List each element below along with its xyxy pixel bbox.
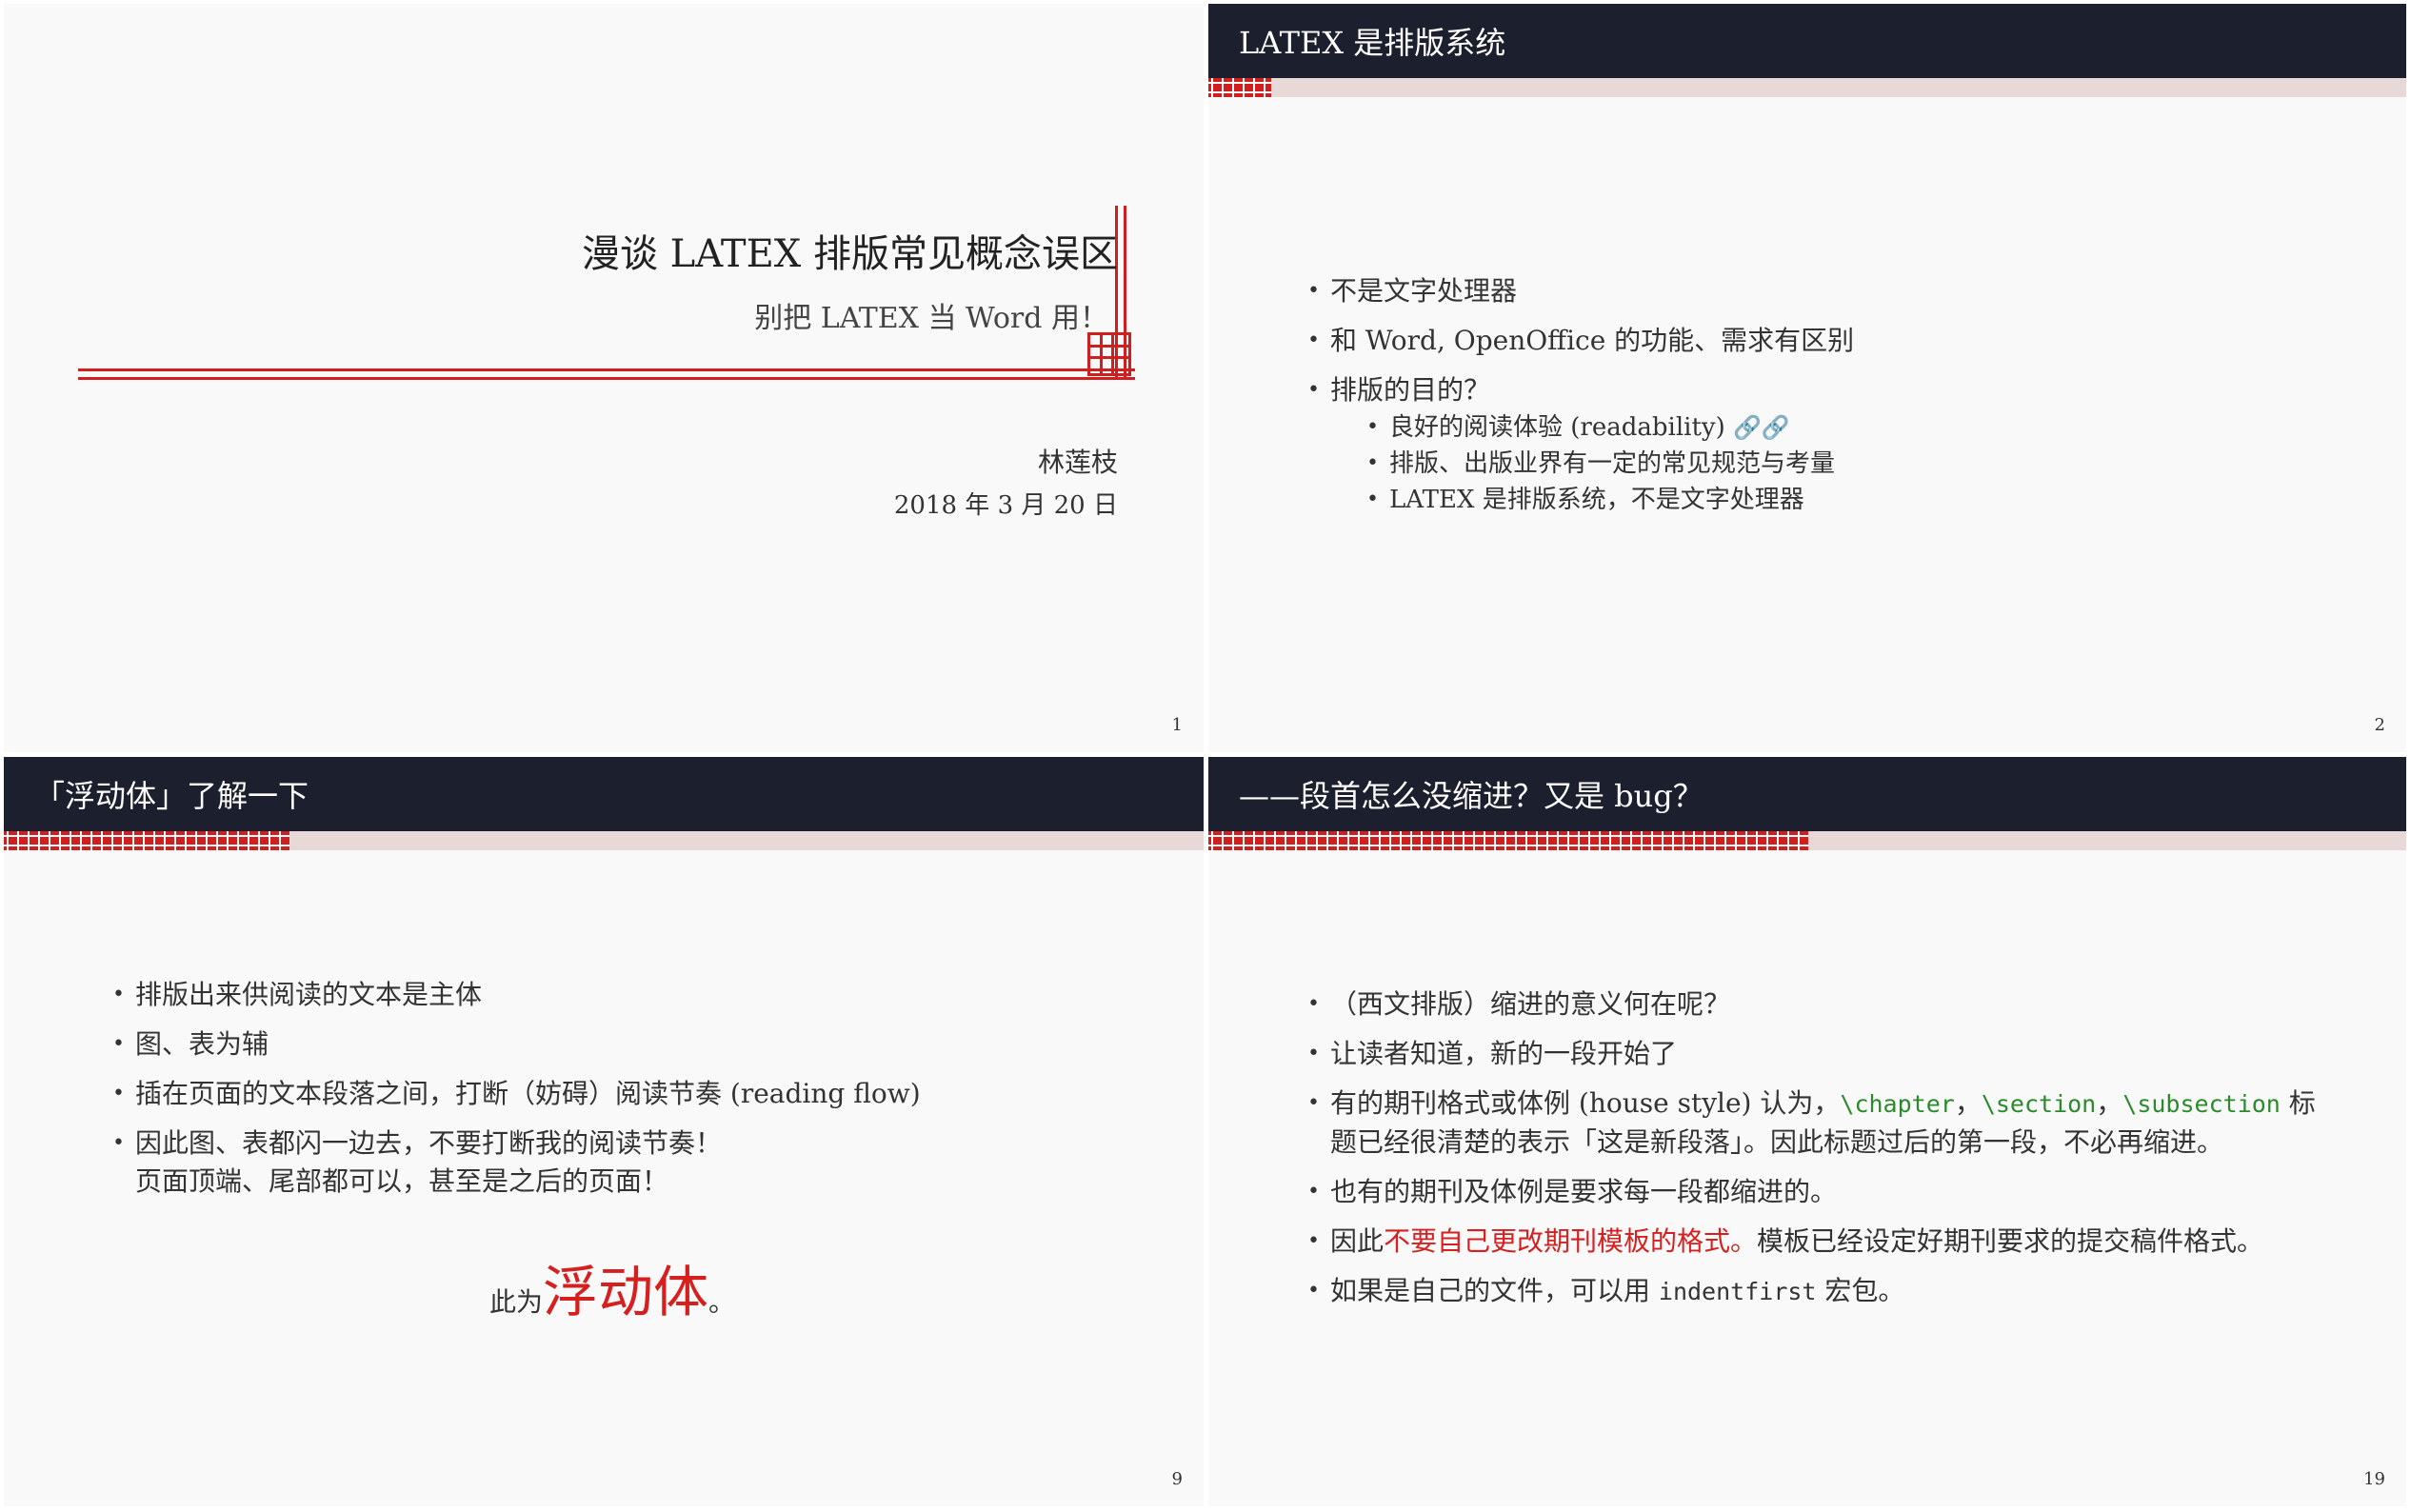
list-item-text: 因此图、表都闪一边去，不要打断我的阅读节奏！: [135, 1127, 723, 1159]
list-item: 和 Word, OpenOffice 的功能、需求有区别: [1304, 322, 1854, 360]
text: 如果是自己的文件，可以用: [1330, 1275, 1659, 1306]
list-item: 让读者知道，新的一段开始了: [1304, 1035, 2361, 1073]
list-item: 因此图、表都闪一边去，不要打断我的阅读节奏！ 页面顶端、尾部都可以，甚至是之后的…: [109, 1124, 921, 1201]
date: 2018 年 3 月 20 日: [893, 491, 1118, 520]
slide-title: 漫谈 LATEX 排版常见概念误区 别把 LATEX 当 Word 用！ 林莲枝…: [4, 4, 1204, 752]
separator: ，: [2096, 1087, 2123, 1119]
list-item: （西文排版）缩进的意义何在呢？: [1304, 985, 2361, 1024]
list-item: 不是文字处理器: [1304, 272, 1854, 310]
list-item: 排版出来供阅读的文本是主体: [109, 976, 921, 1014]
link-icon[interactable]: 🔗🔗: [1733, 414, 1790, 441]
code-section: \section: [1981, 1090, 2097, 1118]
page-number: 9: [1171, 1469, 1183, 1489]
code-chapter: \chapter: [1840, 1090, 1955, 1118]
slide-header: LATEX 是排版系统: [1208, 4, 2406, 78]
author: 林莲枝: [1037, 447, 1118, 478]
progress-fret: [1208, 831, 1808, 850]
progress-bar: [4, 831, 1204, 850]
float-note-suffix: 。: [708, 1286, 736, 1318]
list-item: 有的期刊格式或体例 (house style) 认为，\chapter，\sec…: [1304, 1084, 2361, 1162]
text: 因此: [1330, 1225, 1385, 1257]
float-note: 此为浮动体。: [489, 1247, 735, 1327]
code-subsection: \subsection: [2122, 1090, 2281, 1118]
progress-bar: [1208, 831, 2406, 850]
text: 宏包。: [1816, 1275, 1905, 1306]
fret-corner-ornament: [1087, 332, 1131, 376]
float-note-prefix: 此为: [489, 1286, 544, 1318]
progress-fret: [1208, 78, 1271, 97]
presentation-title: 漫谈 LATEX 排版常见概念误区: [581, 232, 1118, 276]
progress-fret: [4, 831, 289, 850]
text: 模板已经设定好期刊要求的提交稿件格式。: [1757, 1225, 2264, 1257]
page-number: 1: [1171, 715, 1183, 735]
bullet-list: 排版出来供阅读的文本是主体 图、表为辅 插在页面的文本段落之间，打断（妨碍）阅读…: [109, 976, 921, 1212]
page-number: 19: [2363, 1469, 2385, 1489]
bullet-list: （西文排版）缩进的意义何在呢？ 让读者知道，新的一段开始了 有的期刊格式或体例 …: [1304, 985, 2361, 1323]
title-frame-horizontal: [78, 368, 1135, 380]
list-item-continuation: 页面顶端、尾部都可以，甚至是之后的页面！: [135, 1165, 669, 1197]
sub-list: 良好的阅读体验 (readability) 🔗🔗 排版、出版业界有一定的常见规范…: [1363, 409, 1854, 518]
text: 有的期刊格式或体例 (house style) 认为，: [1330, 1087, 1841, 1119]
slide-header: 「浮动体」了解一下: [4, 757, 1204, 831]
text: 标: [2280, 1087, 2316, 1119]
list-item: 因此不要自己更改期刊模板的格式。模板已经设定好期刊要求的提交稿件格式。: [1304, 1223, 2361, 1261]
slide-header-text: 「浮动体」了解一下: [34, 778, 309, 814]
float-note-emphasis: 浮动体: [543, 1260, 709, 1324]
list-item: 排版的目的？ 良好的阅读体验 (readability) 🔗🔗 排版、出版业界有…: [1304, 371, 1854, 518]
slide-header-text: ——段首怎么没缩进？又是 bug？: [1239, 778, 1704, 814]
presentation-subtitle: 别把 LATEX 当 Word 用！: [754, 302, 1108, 335]
progress-bar: [1208, 78, 2406, 97]
list-item: 图、表为辅: [109, 1025, 921, 1064]
list-item: 也有的期刊及体例是要求每一段都缩进的。: [1304, 1173, 2361, 1211]
page-number: 2: [2374, 715, 2385, 735]
slide-header-text: LATEX 是排版系统: [1239, 25, 1506, 61]
bullet-list: 不是文字处理器 和 Word, OpenOffice 的功能、需求有区别 排版的…: [1304, 272, 1854, 529]
list-item-text: 排版的目的？: [1330, 374, 1491, 406]
list-item: 如果是自己的文件，可以用 indentfirst 宏包。: [1304, 1272, 2361, 1311]
separator: ，: [1954, 1087, 1982, 1119]
slide-floats: 「浮动体」了解一下 排版出来供阅读的文本是主体 图、表为辅 插在页面的文本段落之…: [4, 757, 1204, 1506]
text: 题已经很清楚的表示「这是新段落」。因此标题过后的第一段，不必再缩进。: [1330, 1126, 2224, 1158]
sub-list-item: 排版、出版业界有一定的常见规范与考量: [1363, 446, 1854, 482]
text-highlight: 不要自己更改期刊模板的格式。: [1384, 1225, 1758, 1257]
slide-typesetting-system: LATEX 是排版系统 不是文字处理器 和 Word, OpenOffice 的…: [1208, 4, 2406, 752]
list-item: 插在页面的文本段落之间，打断（妨碍）阅读节奏 (reading flow): [109, 1075, 921, 1113]
package-name: indentfirst: [1658, 1278, 1817, 1305]
slide-indentation: ——段首怎么没缩进？又是 bug？ （西文排版）缩进的意义何在呢？ 让读者知道，…: [1208, 757, 2406, 1506]
sub-item-text: 良好的阅读体验 (readability): [1389, 413, 1725, 442]
sub-list-item-highlight: LATEX 是排版系统，不是文字处理器: [1363, 482, 1854, 518]
slide-header: ——段首怎么没缩进？又是 bug？: [1208, 757, 2406, 831]
sub-list-item: 良好的阅读体验 (readability) 🔗🔗: [1363, 409, 1854, 446]
